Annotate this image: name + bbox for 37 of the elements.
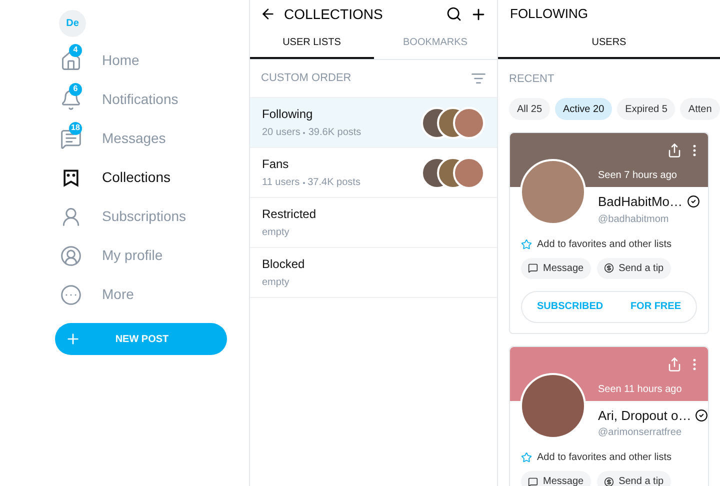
favorites-link[interactable]: Add to favorites and other lists: [537, 236, 672, 252]
tab[interactable]: USER LISTS: [250, 28, 374, 59]
favorites-link[interactable]: Add to favorites and other lists: [537, 450, 672, 465]
user-count: 11 users: [262, 176, 300, 190]
list-summary: empty: [262, 226, 290, 240]
list-name: Following: [262, 106, 314, 123]
filter-chip[interactable]: Active 20: [555, 98, 612, 120]
tip-button[interactable]: Send a tip: [596, 258, 671, 278]
list-summary: empty: [262, 276, 290, 290]
post-count: 37.4K posts: [308, 176, 360, 190]
message-button[interactable]: Message: [521, 471, 591, 486]
message-button[interactable]: Message: [521, 258, 591, 278]
page-title: FOLLOWING: [510, 5, 588, 24]
page-title: COLLECTIONS: [284, 4, 384, 24]
display-name: BadHabitMo…: [598, 193, 683, 211]
nav-item[interactable]: Collections: [55, 158, 227, 197]
user-handle: @arimonserratfree: [598, 426, 683, 440]
list-name: Restricted: [262, 206, 318, 223]
user-count: 20 users: [262, 126, 300, 140]
filter-chip[interactable]: Expired 5: [617, 98, 676, 120]
user-handle: @badhabitmom: [598, 212, 670, 226]
count-badge: 18: [69, 122, 82, 134]
list-name: Fans: [262, 156, 290, 173]
post-count: 39.6K posts: [308, 126, 362, 140]
filter-chip[interactable]: All 25: [509, 98, 550, 120]
count-badge: 4: [69, 44, 82, 56]
count-badge: 6: [69, 82, 82, 96]
list-name: Blocked: [262, 256, 306, 273]
tab[interactable]: USERS: [498, 28, 720, 59]
sort-label: CUSTOM ORDER: [261, 71, 352, 86]
list-row[interactable]: Following 20 users 39.6K posts: [250, 98, 497, 148]
section-label: RECENT: [509, 72, 554, 87]
filter-chip[interactable]: Atten: [680, 98, 720, 120]
last-seen: Seen 7 hours ago: [598, 169, 677, 183]
display-name: Ari, Dropout o…: [598, 406, 692, 425]
tip-button[interactable]: Send a tip: [596, 471, 671, 486]
last-seen: Seen 11 hours ago: [598, 382, 682, 396]
